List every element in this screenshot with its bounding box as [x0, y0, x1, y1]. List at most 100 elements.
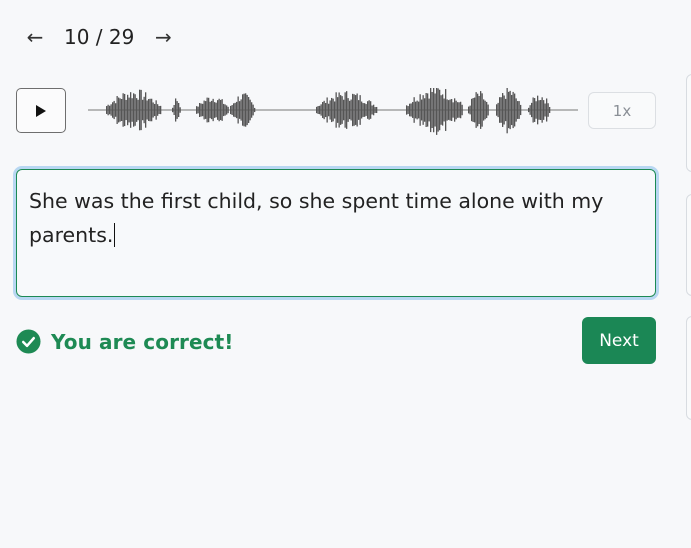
waveform-bar	[359, 95, 361, 125]
check-circle-icon	[16, 329, 41, 354]
waveform-bar	[332, 98, 334, 122]
waveform-bar	[451, 99, 453, 121]
waveform-bar	[529, 105, 531, 115]
feedback-message: You are correct!	[51, 329, 234, 354]
waveform-bar	[373, 104, 375, 116]
waveform-bar	[316, 106, 318, 114]
waveform-bar	[437, 88, 439, 132]
waveform-bar	[499, 97, 501, 123]
waveform-bar	[127, 94, 129, 126]
waveform-bar	[106, 106, 108, 114]
waveform-bar	[121, 98, 123, 122]
waveform-bar	[175, 98, 177, 122]
waveform-bar	[477, 93, 479, 127]
waveform-bar	[448, 100, 450, 120]
waveform-bar	[203, 100, 205, 120]
waveform-bar	[486, 101, 488, 119]
waveform-bar	[249, 99, 251, 121]
waveform-bar	[211, 100, 213, 120]
waveform-bar	[511, 94, 513, 126]
waveform-bar	[480, 91, 482, 129]
side-panel-card	[686, 194, 691, 296]
waveform-bar	[112, 102, 114, 118]
waveform-bar	[252, 104, 254, 116]
waveform-bar	[137, 99, 139, 121]
waveform-bar	[439, 89, 441, 131]
waveform-bar	[116, 96, 118, 124]
waveform-bar	[367, 101, 369, 119]
play-icon	[36, 104, 46, 117]
waveform-bar	[234, 102, 236, 118]
waveform-bar	[139, 89, 141, 131]
waveform-bar	[374, 107, 376, 113]
waveform-bar	[472, 97, 474, 123]
waveform-bar	[532, 97, 534, 123]
waveform-bar	[502, 93, 504, 127]
waveform-bar	[428, 98, 430, 122]
waveform-bar	[368, 100, 370, 120]
waveform-bar	[320, 104, 322, 116]
waveform-bar	[517, 101, 519, 119]
waveform-bar	[427, 93, 429, 127]
waveform-bar	[356, 93, 358, 127]
playback-speed-button[interactable]: 1x	[588, 92, 656, 129]
waveform-bar	[176, 101, 178, 119]
waveform-bar	[334, 101, 336, 119]
waveform-bar	[239, 101, 241, 119]
waveform-bar	[518, 101, 520, 119]
waveform-bar	[158, 105, 160, 115]
waveform-bar	[416, 100, 418, 120]
waveform-bar	[520, 104, 522, 116]
arrow-right-icon[interactable]: →	[152, 27, 174, 47]
next-button[interactable]: Next	[582, 317, 656, 364]
waveform-bar	[317, 106, 319, 114]
waveform-bar	[217, 100, 219, 120]
waveform-bar	[496, 104, 498, 116]
answer-input[interactable]: She was the first child, so she spent ti…	[16, 169, 656, 297]
waveform-bar	[251, 102, 253, 118]
waveform-bar	[131, 98, 133, 122]
waveform-bar	[365, 104, 367, 116]
arrow-left-icon[interactable]: ←	[24, 27, 46, 47]
waveform-bar	[424, 98, 426, 122]
waveform-bar	[130, 92, 132, 128]
waveform[interactable]	[88, 88, 578, 136]
waveform-bar	[422, 95, 424, 125]
waveform-bar	[461, 104, 463, 116]
waveform-bar	[329, 100, 331, 120]
waveform-bar	[254, 107, 256, 113]
waveform-bar	[236, 101, 238, 119]
waveform-bar	[209, 101, 211, 119]
play-button[interactable]	[16, 88, 66, 133]
waveform-bar	[418, 101, 420, 119]
waveform-bar	[143, 96, 145, 124]
waveform-bar	[460, 101, 462, 119]
waveform-bar	[457, 102, 459, 118]
waveform-bar	[240, 99, 242, 121]
waveform-bar	[497, 102, 499, 118]
waveform-bar	[155, 100, 157, 120]
waveform-bar	[487, 104, 489, 116]
waveform-bar	[371, 105, 373, 115]
waveform-bar	[546, 98, 548, 122]
waveform-bar	[442, 94, 444, 126]
waveform-bar	[407, 106, 409, 114]
waveform-bar	[223, 103, 225, 117]
waveform-bar	[205, 101, 207, 119]
waveform-bar	[344, 92, 346, 128]
waveform-bar	[154, 103, 156, 117]
waveform-bar	[455, 100, 457, 120]
feedback: You are correct!	[16, 329, 234, 354]
waveform-bar	[140, 89, 142, 131]
waveform-bar	[376, 106, 378, 114]
waveform-bar	[109, 105, 111, 115]
waveform-bar	[349, 100, 351, 120]
waveform-bar	[124, 93, 126, 127]
waveform-bar	[152, 102, 154, 118]
waveform-bar	[224, 104, 226, 116]
waveform-bar	[406, 105, 408, 115]
waveform-bar	[196, 106, 198, 114]
waveform-bar	[328, 103, 330, 117]
waveform-bar	[233, 103, 235, 117]
waveform-bar	[160, 105, 162, 115]
